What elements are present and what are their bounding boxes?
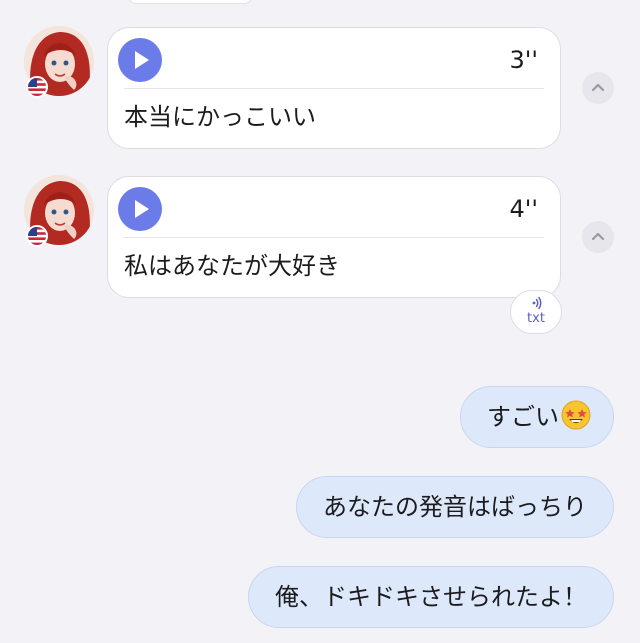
divider: [124, 88, 544, 89]
star-struck-emoji: [561, 392, 591, 430]
transcribe-label: txt: [527, 311, 545, 326]
collapse-button[interactable]: [582, 72, 614, 104]
sent-message-bubble[interactable]: あなたの発音はばっちり: [296, 476, 614, 538]
us-flag-icon: [26, 76, 48, 98]
play-icon: [135, 51, 149, 69]
play-button[interactable]: [118, 187, 162, 231]
previous-message-edge: [128, 0, 252, 4]
play-icon: [135, 200, 149, 218]
divider: [124, 237, 544, 238]
chevron-up-icon: [591, 232, 605, 241]
avatar[interactable]: [24, 175, 94, 247]
voice-duration: 4'': [509, 195, 538, 223]
voice-message-bubble[interactable]: 4'' 私はあなたが大好き: [107, 176, 561, 298]
sent-message-bubble[interactable]: 俺、ドキドキさせられたよ！: [248, 566, 614, 628]
sent-message-text: あなたの発音はばっちり: [323, 493, 587, 521]
transcribe-button[interactable]: txt: [510, 290, 562, 334]
play-button[interactable]: [118, 38, 162, 82]
voice-duration: 3'': [509, 46, 538, 74]
voice-transcript: 私はあなたが大好き: [124, 252, 340, 280]
sent-message-bubble[interactable]: すごい: [460, 386, 614, 448]
us-flag-icon: [26, 225, 48, 247]
voice-message-bubble[interactable]: 3'' 本当にかっこいい: [107, 27, 561, 149]
sent-message-text: すごい: [487, 403, 559, 431]
chevron-up-icon: [591, 83, 605, 92]
sent-message-text: 俺、ドキドキさせられたよ！: [275, 583, 587, 611]
avatar[interactable]: [24, 26, 94, 98]
voice-transcript: 本当にかっこいい: [124, 103, 316, 131]
sound-wave-icon: [532, 296, 542, 310]
collapse-button[interactable]: [582, 221, 614, 253]
